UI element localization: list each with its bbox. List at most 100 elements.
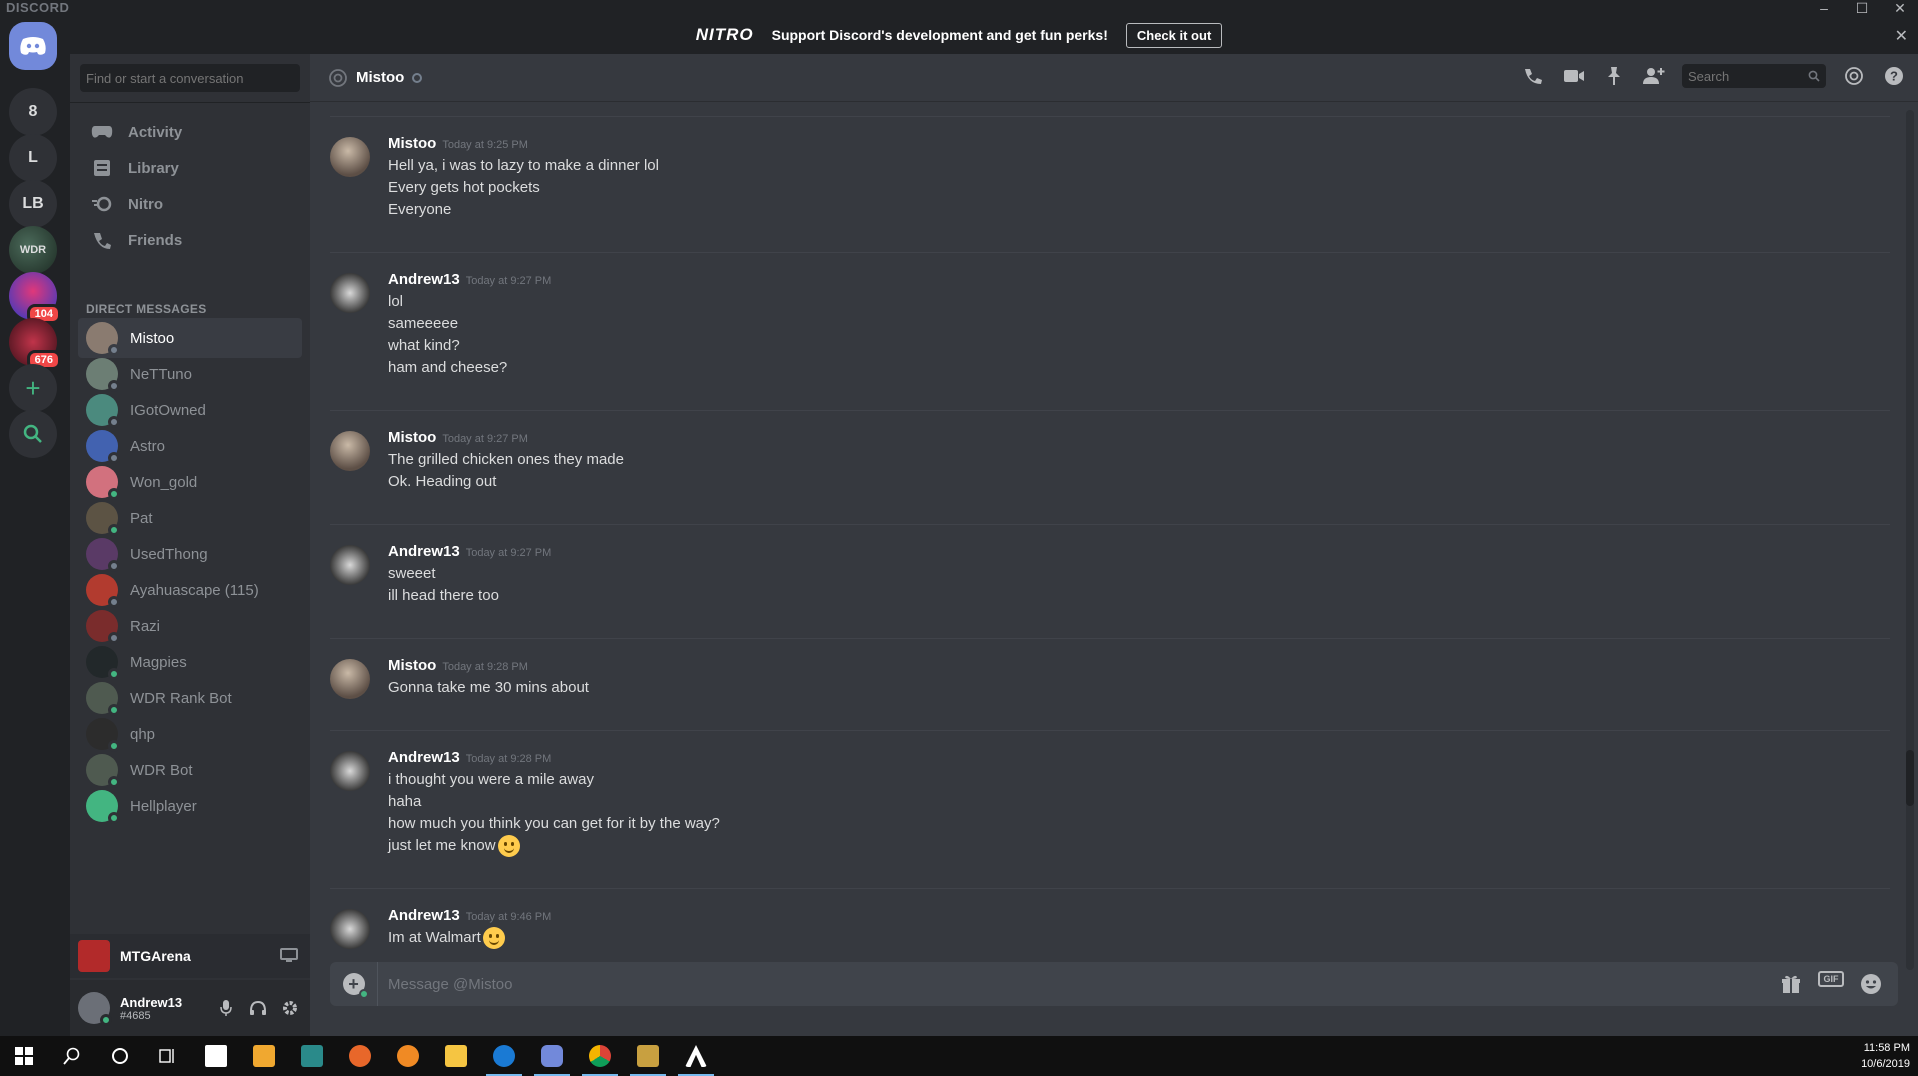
gif-icon[interactable]: GIF [1818,971,1844,987]
author-name[interactable]: Mistoo [388,657,436,674]
close-window-button[interactable]: ✕ [1890,0,1910,17]
dm-item[interactable]: Mistoo [78,318,302,358]
author-name[interactable]: Andrew13 [388,749,460,766]
mentions-icon[interactable] [1842,64,1866,88]
message-line: The grilled chicken ones they made [388,449,624,471]
home-button[interactable] [9,22,57,70]
voice-call-icon[interactable] [1522,64,1546,88]
search-input[interactable] [1682,64,1826,88]
dm-item[interactable]: Magpies [78,642,302,682]
nav-friends[interactable]: Friends [78,220,302,260]
message-body: Hell ya, i was to lazy to make a dinner … [388,155,659,221]
author-name[interactable]: Andrew13 [388,271,460,288]
dm-item[interactable]: qhp [78,714,302,754]
server-8[interactable]: 8 [9,88,57,136]
dm-item[interactable]: WDR Bot [78,750,302,790]
add-friend-icon[interactable] [1642,64,1666,88]
upload-button[interactable]: + [330,962,378,1006]
store-icon[interactable] [192,1036,240,1076]
start-button[interactable] [0,1036,48,1076]
dm-item[interactable]: Ayahuascape (115) [78,570,302,610]
author-avatar[interactable] [330,909,370,949]
help-icon[interactable]: ? [1882,64,1906,88]
settings-gear-icon[interactable] [280,998,300,1018]
scrollbar-thumb[interactable] [1906,750,1914,806]
dm-name: NeTTuno [130,365,192,383]
server-pink[interactable]: 104 [9,272,61,324]
discord-taskbar-icon[interactable] [528,1036,576,1076]
headphones-icon[interactable] [248,998,268,1018]
find-conversation-input[interactable] [80,64,300,92]
message-line: how much you think you can get for it by… [388,813,720,835]
author-avatar[interactable] [330,659,370,699]
screen-share-icon[interactable] [280,947,298,965]
pinned-messages-icon[interactable] [1602,64,1626,88]
dm-item[interactable]: Astro [78,426,302,466]
firefox-icon[interactable] [336,1036,384,1076]
add-server-icon[interactable]: + [9,364,57,412]
dm-item[interactable]: Pat [78,498,302,538]
microphone-icon[interactable] [216,998,236,1018]
now-playing-bar[interactable]: MTGArena [70,934,310,978]
rocket-league-icon[interactable] [624,1036,672,1076]
author-name[interactable]: Mistoo [388,429,436,446]
author-name[interactable]: Andrew13 [388,907,460,924]
explore-servers-icon[interactable] [9,410,57,458]
mtg-arena-icon[interactable] [672,1036,720,1076]
message-scrollbar[interactable] [1906,110,1914,970]
server-l[interactable]: L [9,134,57,182]
emoji-picker-icon[interactable] [1858,971,1884,997]
edge-icon[interactable] [480,1036,528,1076]
message-line: Every gets hot pockets [388,177,659,199]
author-avatar[interactable] [330,545,370,585]
author-name[interactable]: Mistoo [388,135,436,152]
message-line: Everyone [388,199,659,221]
dm-name: Astro [130,437,166,455]
cortana-icon[interactable] [96,1036,144,1076]
dm-item[interactable]: Hellplayer [78,786,302,826]
file-explorer-icon[interactable] [432,1036,480,1076]
message-text: Hell ya, i was to lazy to make a dinner … [388,157,659,174]
nav-activity[interactable]: Activity [78,112,302,152]
server-red[interactable]: 676 [9,318,61,370]
author-name[interactable]: Andrew13 [388,543,460,560]
system-clock[interactable]: 11:58 PM 10/6/2019 [1861,1040,1910,1072]
avatar [86,610,120,644]
author-avatar[interactable] [330,431,370,471]
dm-item[interactable]: UsedThong [78,534,302,574]
app-orange-icon[interactable] [384,1036,432,1076]
user-discriminator: #4685 [120,1009,151,1022]
nav-library[interactable]: Library [78,148,302,188]
task-view-icon[interactable] [144,1036,192,1076]
dm-item[interactable]: IGotOwned [78,390,302,430]
check-it-out-button[interactable]: Check it out [1125,22,1223,48]
author-avatar[interactable] [330,137,370,177]
author-avatar[interactable] [330,751,370,791]
message-input[interactable] [378,962,1778,1006]
server-lb[interactable]: LB [9,180,57,228]
app-teal-icon[interactable] [288,1036,336,1076]
avatar [86,502,120,536]
dm-item[interactable]: Won_gold [78,462,302,502]
user-avatar[interactable] [78,992,112,1026]
dm-item[interactable]: WDR Rank Bot [78,678,302,718]
minimize-button[interactable]: – [1814,0,1834,17]
author-avatar[interactable] [330,273,370,313]
dm-item[interactable]: Razi [78,606,302,646]
folder-app-icon[interactable] [240,1036,288,1076]
dm-sidebar: Activity Library Nitro Friends DIRECT ME… [70,54,310,1036]
server-wdr[interactable]: WDR [9,226,57,274]
gift-icon[interactable] [1778,971,1804,997]
smiley-emoji-icon [497,835,520,857]
message-text: ham and cheese? [388,359,508,376]
nav-nitro[interactable]: Nitro [78,184,302,224]
maximize-button[interactable]: ☐ [1852,0,1872,17]
banner-close-icon[interactable]: ✕ [1895,26,1908,46]
avatar [86,790,120,824]
dm-name: Hellplayer [130,797,197,815]
chrome-icon[interactable] [576,1036,624,1076]
taskbar-search-icon[interactable] [48,1036,96,1076]
dm-item[interactable]: NeTTuno [78,354,302,394]
video-call-icon[interactable] [1562,64,1586,88]
message-text: Im at Walmart [388,929,481,946]
